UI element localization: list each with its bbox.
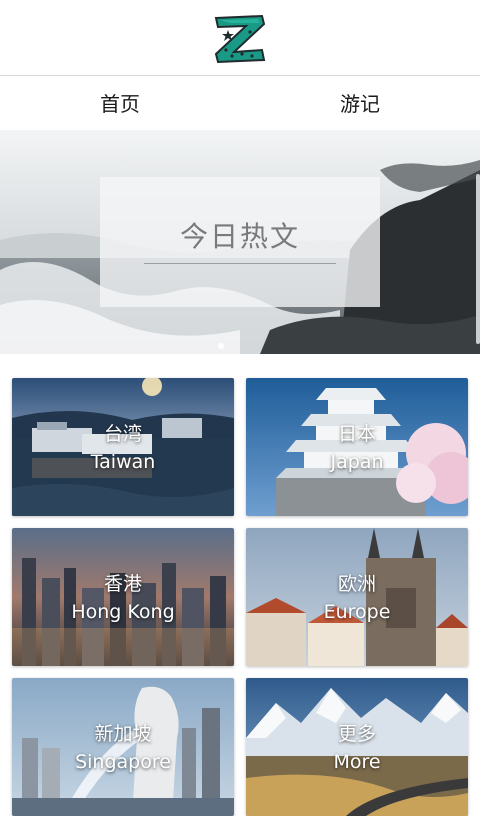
destination-label: 欧洲 Europe (246, 570, 468, 626)
destination-name-en: Japan (330, 451, 384, 473)
destination-name-en: Taiwan (90, 451, 156, 473)
banner-title-underline (144, 263, 336, 264)
destination-card-more[interactable]: 更多 More (246, 678, 468, 816)
destination-name-cn: 香港 (103, 573, 142, 595)
destination-card-europe[interactable]: 欧洲 Europe (246, 528, 468, 666)
destination-card-hong-kong[interactable]: 香港 Hong Kong (12, 528, 234, 666)
tab-travelogue[interactable]: 游记 (240, 76, 480, 128)
destination-name-en: More (333, 751, 381, 773)
destination-label: 台湾 Taiwan (12, 420, 234, 476)
tab-home[interactable]: 首页 (0, 76, 240, 128)
banner-edge-handle (476, 174, 480, 344)
destination-name-cn: 日本 (337, 423, 376, 445)
destination-card-singapore[interactable]: 新加坡 Singapore (12, 678, 234, 816)
destination-name-cn: 欧洲 (337, 573, 376, 595)
destination-card-japan[interactable]: 日本 Japan (246, 378, 468, 516)
destination-name-cn: 更多 (337, 723, 376, 745)
banner-title: 今日热文 (179, 220, 300, 253)
destination-name-en: Singapore (75, 751, 171, 773)
hero-banner[interactable]: 今日热文 (0, 130, 480, 354)
destination-card-taiwan[interactable]: 台湾 Taiwan (12, 378, 234, 516)
destination-name-cn: 台湾 (103, 423, 142, 445)
main-nav: 首页 游记 (0, 76, 480, 128)
destination-name-en: Hong Kong (71, 601, 175, 623)
destination-label: 日本 Japan (246, 420, 468, 476)
destination-label: 香港 Hong Kong (12, 570, 234, 626)
destination-name-en: Europe (323, 601, 391, 623)
destination-label: 更多 More (246, 720, 468, 776)
destination-label: 新加坡 Singapore (12, 720, 234, 776)
destination-name-cn: 新加坡 (94, 723, 152, 745)
banner-title-panel: 今日热文 (100, 177, 380, 307)
app-header (0, 0, 480, 76)
z-logo-icon[interactable] (212, 10, 268, 66)
carousel-indicator-dot[interactable] (218, 343, 224, 349)
